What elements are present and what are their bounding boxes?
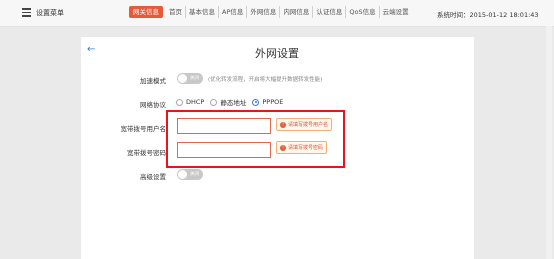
radio-circle	[176, 98, 183, 106]
pppoe-username-label: 宽带拨号用户名	[120, 125, 167, 133]
pppoe-password-label: 宽带拨号密码	[127, 149, 166, 157]
top-nav: 网关信息 首页 基本信息 AP信息 外网信息 内网信息 认证信息 QoS信息 云…	[129, 6, 412, 18]
nav-gateway-info[interactable]: 网关信息	[129, 6, 163, 18]
protocol-radio-group: DHCP 静态地址 PPPOE	[176, 97, 289, 107]
radio-pppoe[interactable]: PPPOE	[252, 98, 283, 106]
highlight-annotation-box	[166, 110, 345, 168]
toggle-knob	[178, 74, 187, 83]
nav-cloud-settings[interactable]: 云端设置	[380, 6, 412, 18]
accel-mode-toggle[interactable]: 关闭	[177, 73, 203, 84]
system-time: 系统时间：2015-01-12 18:01:43	[437, 11, 539, 19]
nav-auth-info[interactable]: 认证信息	[313, 6, 347, 18]
nav-basic-info[interactable]: 基本信息	[186, 6, 219, 18]
hamburger-menu-icon[interactable]	[22, 8, 31, 17]
radio-pppoe-label: PPPOE	[262, 98, 284, 106]
advanced-toggle-label: 关闭	[190, 172, 199, 177]
radio-circle	[210, 98, 218, 106]
toggle-knob	[178, 170, 187, 179]
nav-home[interactable]: 首页	[166, 6, 186, 18]
nav-qos-info[interactable]: QoS信息	[346, 6, 380, 18]
advanced-settings-toggle[interactable]: 关闭	[177, 169, 203, 180]
radio-static[interactable]: 静态地址	[210, 97, 246, 107]
radio-dhcp[interactable]: DHCP	[176, 98, 204, 106]
nav-ap-info[interactable]: AP信息	[219, 6, 248, 18]
radio-static-label: 静态地址	[220, 99, 247, 107]
accel-mode-label: 加速模式	[140, 77, 166, 85]
accel-toggle-label: 关闭	[190, 76, 199, 81]
menu-label[interactable]: 设置菜单	[36, 8, 64, 18]
radio-circle-selected	[252, 98, 260, 106]
top-bar: 设置菜单 网关信息 首页 基本信息 AP信息 外网信息 内网信息 认证信息 Qo…	[0, 0, 554, 27]
page-title: 外网设置	[255, 47, 299, 60]
nav-lan-info[interactable]: 内网信息	[280, 6, 314, 18]
advanced-settings-label: 高级设置	[140, 173, 166, 181]
nav-wan-info[interactable]: 外网信息	[247, 6, 281, 18]
protocol-label: 网络协议	[140, 101, 166, 109]
accel-mode-hint: (优化转发流程，开启将大幅提升数据转发性能)	[208, 77, 323, 83]
radio-dhcp-label: DHCP	[186, 98, 205, 106]
